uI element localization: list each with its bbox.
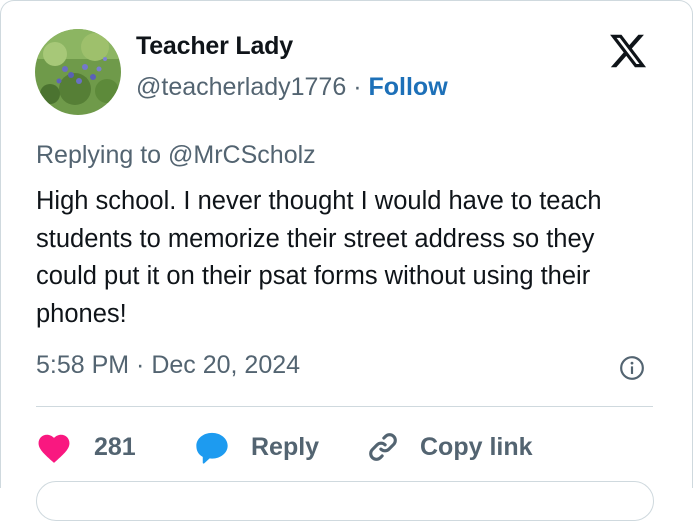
reply-label: Reply	[251, 432, 320, 461]
link-icon	[369, 433, 397, 461]
read-replies-button[interactable]	[36, 481, 654, 521]
tweet-embed-card: Teacher Lady @teacherlady1776 · Follow R…	[0, 0, 693, 521]
x-logo[interactable]	[606, 31, 650, 71]
separator-dot: ·	[353, 73, 362, 101]
actions-bar: 281 Reply Copy link	[36, 426, 656, 468]
copy-link-label: Copy link	[420, 432, 533, 461]
heart-icon	[38, 434, 70, 463]
follow-button[interactable]: Follow	[368, 73, 447, 101]
tweet-timestamp[interactable]: 5:58 PM · Dec 20, 2024	[36, 351, 300, 380]
replying-to: Replying to @MrCScholz	[36, 141, 316, 170]
author-handle-row: @teacherlady1776 · Follow	[136, 73, 448, 102]
info-icon[interactable]	[619, 355, 645, 381]
avatar[interactable]	[35, 29, 121, 115]
divider	[36, 406, 653, 407]
replying-mention-link[interactable]: @MrCScholz	[168, 141, 316, 169]
replying-prefix: Replying to	[36, 141, 162, 169]
like-count: 281	[94, 432, 136, 461]
author-name[interactable]: Teacher Lady	[136, 32, 293, 61]
author-handle[interactable]: @teacherlady1776	[136, 73, 346, 101]
reply-button[interactable]: Reply	[193, 426, 319, 468]
like-button[interactable]: 281	[36, 426, 136, 468]
avatar-image	[35, 29, 121, 115]
reply-bubble-icon	[196, 432, 228, 464]
copy-link-button[interactable]: Copy link	[366, 426, 533, 468]
tweet-text: High school. I never thought I would hav…	[36, 187, 602, 328]
